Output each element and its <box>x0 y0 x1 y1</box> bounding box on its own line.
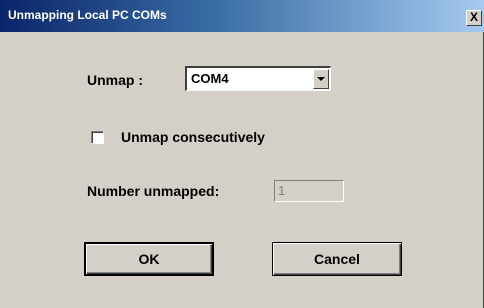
unmap-consecutively-label[interactable]: Unmap consecutively <box>121 129 265 145</box>
title-bar[interactable]: Unmapping Local PC COMs X <box>0 0 484 32</box>
unmap-consecutively-checkbox[interactable] <box>91 131 104 144</box>
window-title: Unmapping Local PC COMs <box>8 8 167 22</box>
com-port-selected-value: COM4 <box>191 71 229 86</box>
number-unmapped-label: Number unmapped: <box>87 183 220 199</box>
chevron-down-icon[interactable] <box>313 69 329 89</box>
ok-button[interactable]: OK <box>84 242 214 276</box>
com-port-select[interactable]: COM4 <box>185 66 331 91</box>
number-unmapped-value: 1 <box>278 183 286 198</box>
unmap-label: Unmap : <box>87 72 143 88</box>
cancel-button[interactable]: Cancel <box>272 242 402 276</box>
number-unmapped-field: 1 <box>274 180 344 202</box>
close-icon: X <box>469 10 478 24</box>
unmapping-dialog: Unmapping Local PC COMs X Unmap : COM4 U… <box>0 0 484 308</box>
close-button[interactable]: X <box>466 10 482 26</box>
